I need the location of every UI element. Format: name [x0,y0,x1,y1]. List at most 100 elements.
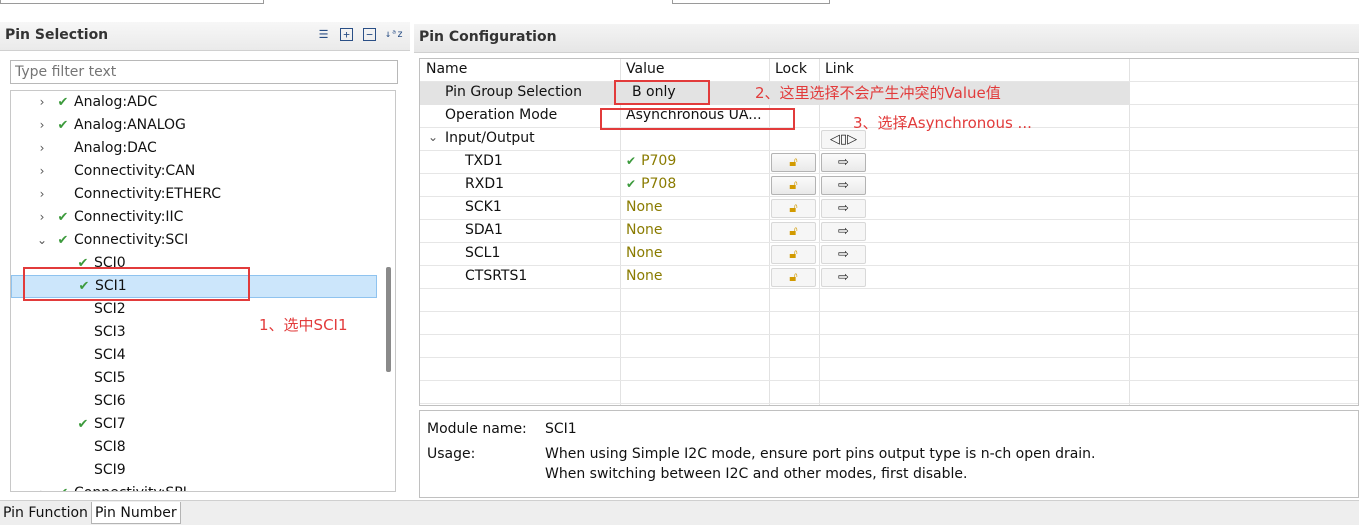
row-divider [420,242,1358,243]
col-header-link[interactable]: Link [825,61,854,77]
usage-label: Usage: [427,446,476,462]
tree-peripheral-item[interactable]: SCI4 [11,344,377,367]
config-row-value[interactable]: None [626,268,663,284]
tree-scrollbar[interactable] [386,267,391,372]
sort-az-icon[interactable]: ↓ᵃz [385,28,403,41]
expand-all-icon[interactable]: + [340,28,353,41]
tree-category-item[interactable]: › ✔ Analog:ANALOG [11,114,377,137]
row-divider [420,403,1358,404]
check-icon: ✔ [57,482,69,491]
config-row-value[interactable]: ✔ P709 [626,153,676,169]
tree-peripheral-item[interactable]: SCI5 [11,367,377,390]
tab-pin-number[interactable]: Pin Number [91,502,181,524]
tree-peripheral-item[interactable]: ✔ SCI7 [11,413,377,436]
arrow-right-disabled-icon[interactable]: ⇨ [821,222,866,241]
config-row-name[interactable]: Input/Output [445,130,535,146]
tree-category-item[interactable]: › Connectivity:ETHERC [11,183,377,206]
tree-item-label: SCI5 [94,370,126,386]
col-divider [819,59,820,405]
usage-line-2: When switching between I2C and other mod… [545,466,968,482]
config-row-value[interactable]: ✔ P708 [626,176,676,192]
check-icon: ✔ [626,154,637,168]
config-row-value[interactable]: None [626,222,663,238]
usage-line-1: When using Simple I2C mode, ensure port … [545,446,1096,462]
col-header-value[interactable]: Value [626,61,664,77]
chevron-down-icon[interactable]: ⌄ [36,229,48,252]
tree-category-item[interactable]: › Connectivity:CAN [11,160,377,183]
lock-icon[interactable]: 🔓︎ [771,153,816,172]
chevron-right-icon[interactable]: › [36,206,48,229]
check-icon: ✔ [57,95,69,110]
tree-item-label: SCI7 [94,416,126,432]
config-row-value[interactable]: None [626,199,663,215]
tree-item-label: Analog:ADC [74,94,158,110]
check-icon: ✔ [57,118,69,133]
module-name-label: Module name: [427,421,527,437]
row-divider [420,380,1358,381]
config-row-name[interactable]: SCK1 [465,199,502,215]
col-header-name[interactable]: Name [426,61,467,77]
filter-input[interactable] [10,60,398,84]
chevron-right-icon[interactable]: › [36,160,48,183]
annotation-note-1: 1、选中SCI1 [259,316,348,334]
chevron-right-icon[interactable]: › [36,114,48,137]
arrow-right-disabled-icon[interactable]: ⇨ [821,245,866,264]
tree-item-label: Connectivity:ETHERC [74,186,221,202]
tree-item-label: Connectivity:SCI [74,232,189,248]
tree-peripheral-item[interactable]: SCI8 [11,436,377,459]
config-row-value-text: None [626,199,663,215]
check-icon: ✔ [626,177,637,191]
collapse-all-icon[interactable]: − [363,28,376,41]
tree-category-item[interactable]: › ✔ Analog:ADC [11,91,377,114]
chevron-right-icon[interactable]: › [36,91,48,114]
chevron-right-icon[interactable]: › [36,137,48,160]
tree-peripheral-item[interactable]: SCI6 [11,390,377,413]
row-divider [420,288,1358,289]
tree-item-label: SCI2 [94,301,126,317]
annotation-note-3: 3、选择Asynchronous ... [853,114,1032,132]
lock-disabled-icon[interactable]: 🔓︎ [771,199,816,218]
lock-icon[interactable]: 🔓︎ [771,176,816,195]
chevron-right-icon[interactable]: › [36,183,48,206]
tree-item-label: Connectivity:SPI [74,482,187,491]
annotation-box-pin-group [614,80,710,105]
row-divider [420,265,1358,266]
config-row-name[interactable]: Pin Group Selection [445,84,582,100]
pin-configuration-header: Pin Configuration [414,24,1359,53]
config-row-value-text: P708 [641,176,677,192]
row-divider [420,311,1358,312]
config-row-name[interactable]: SCL1 [465,245,500,261]
annotation-box-operation-mode [600,108,795,130]
arrow-right-disabled-icon[interactable]: ⇨ [821,199,866,218]
tree-item-label: Analog:DAC [74,140,157,156]
module-name-value: SCI1 [545,421,577,437]
tree-peripheral-item[interactable]: SCI9 [11,459,377,482]
chevron-down-icon[interactable]: ⌄ [428,130,438,144]
chevron-right-icon[interactable]: › [36,482,48,491]
arrow-right-icon[interactable]: ⇨ [821,176,866,195]
arrow-right-icon[interactable]: ⇨ [821,153,866,172]
config-row-name[interactable]: RXD1 [465,176,504,192]
tree-category-item[interactable]: ⌄ ✔ Connectivity:SCI [11,229,377,252]
config-row-value-text: None [626,268,663,284]
tree-category-item[interactable]: › Analog:DAC [11,137,377,160]
pin-config-table: Name Value Lock Link Pin Group Selection… [419,58,1359,406]
lock-disabled-icon[interactable]: 🔓︎ [771,268,816,287]
tree-item-label: Analog:ANALOG [74,117,186,133]
arrow-right-disabled-icon[interactable]: ⇨ [821,268,866,287]
config-row-value[interactable]: None [626,245,663,261]
lock-disabled-icon[interactable]: 🔓︎ [771,245,816,264]
tree-category-item[interactable]: › ✔ Connectivity:IIC [11,206,377,229]
tab-pin-function[interactable]: Pin Function [0,502,91,524]
config-row-name[interactable]: TXD1 [465,153,503,169]
config-row-name[interactable]: Operation Mode [445,107,557,123]
row-divider [420,173,1358,174]
pin-selection-header: Pin Selection ☰ + − ↓ᵃz [0,22,410,51]
col-header-lock[interactable]: Lock [775,61,807,77]
config-row-value-text: P709 [641,153,677,169]
config-row-name[interactable]: SDA1 [465,222,503,238]
list-icon[interactable]: ☰ [317,28,330,41]
lock-disabled-icon[interactable]: 🔓︎ [771,222,816,241]
tree-category-item[interactable]: › ✔ Connectivity:SPI [11,482,377,491]
config-row-name[interactable]: CTSRTS1 [465,268,527,284]
